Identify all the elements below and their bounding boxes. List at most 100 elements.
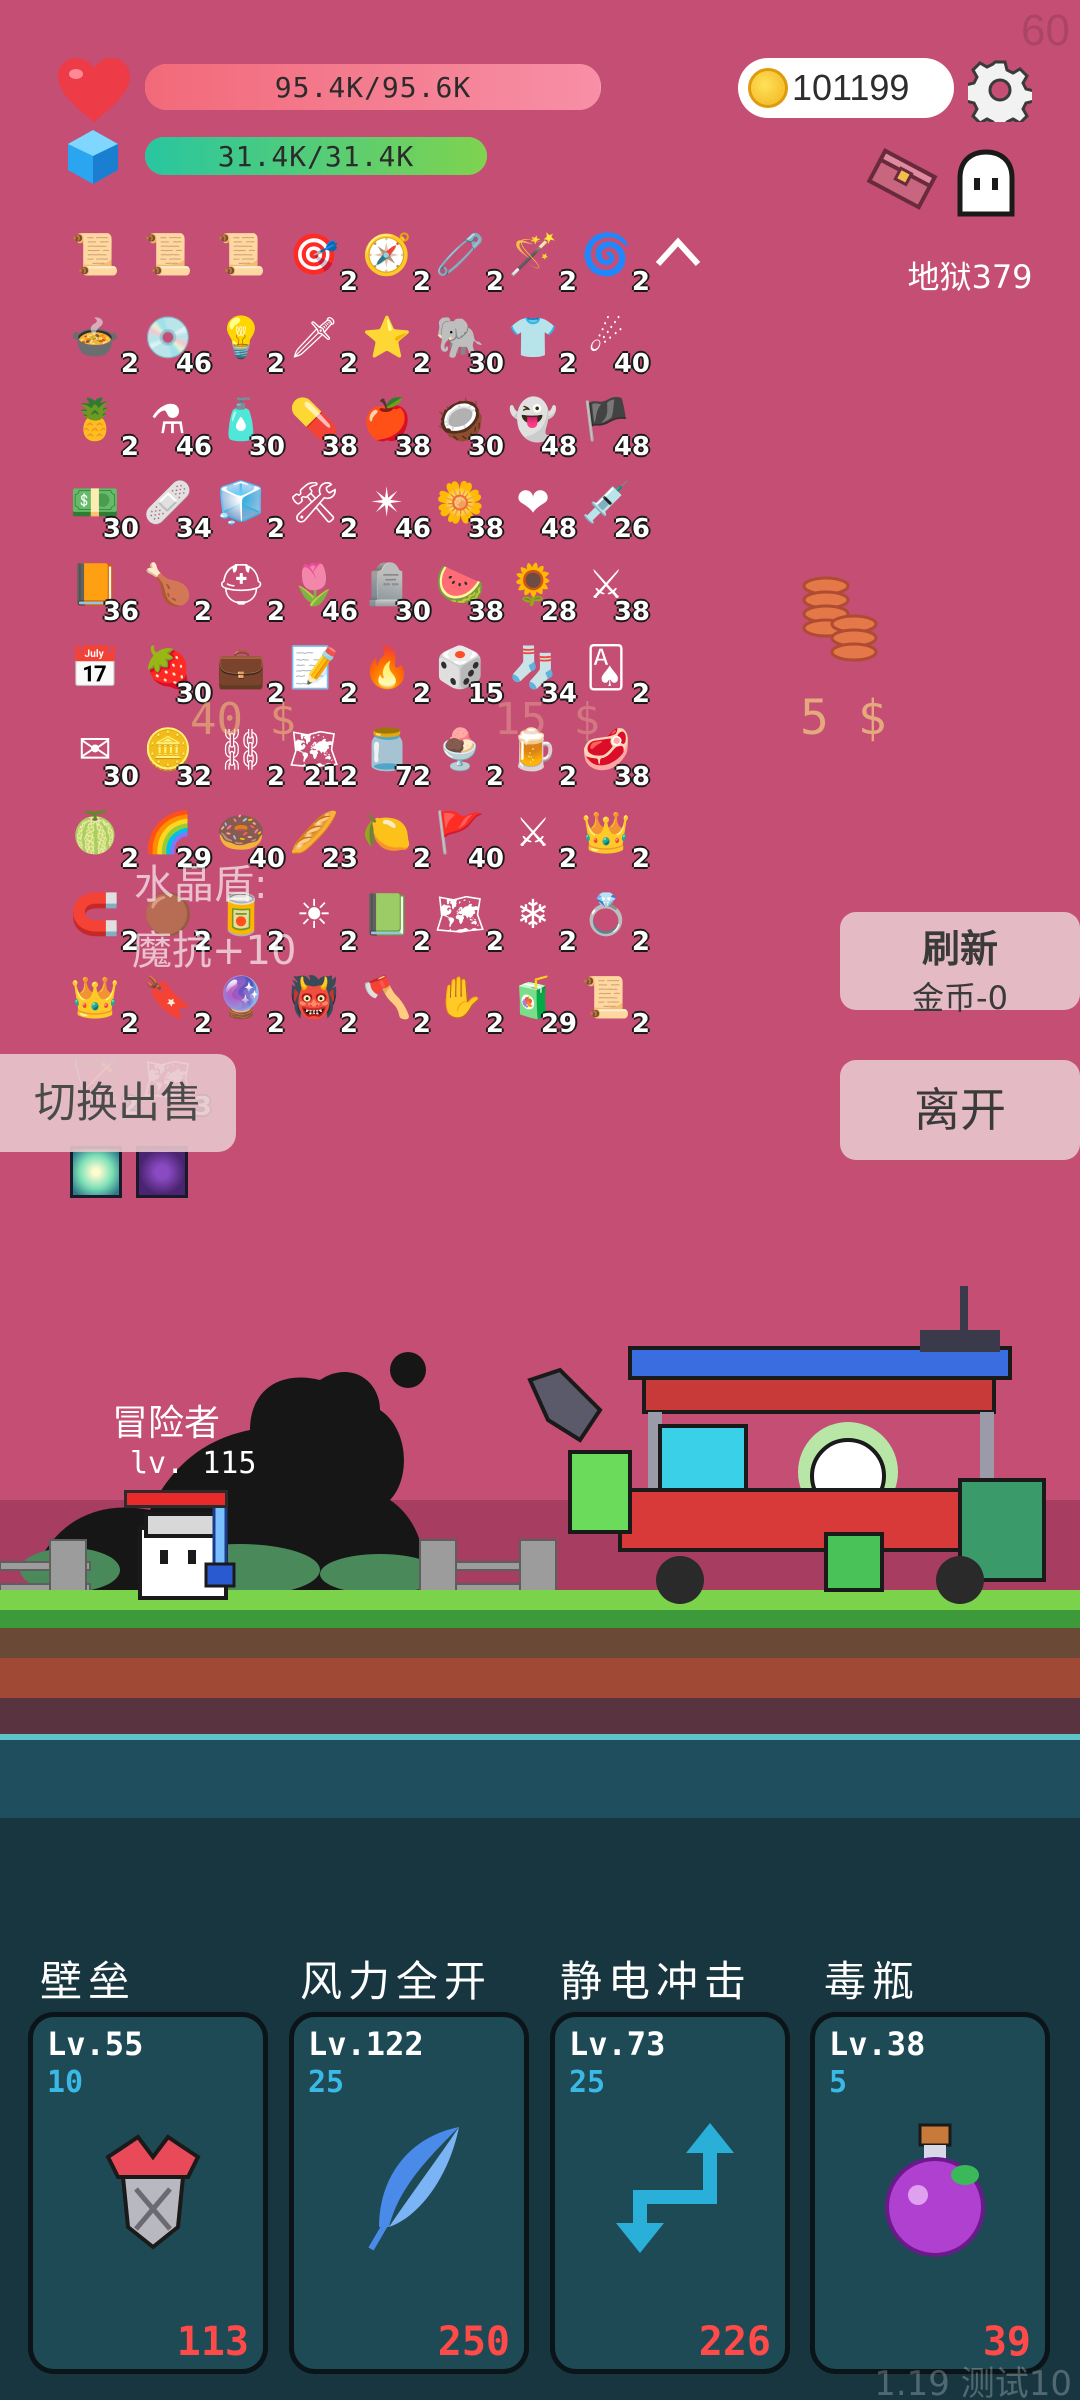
inventory-slot[interactable]: 🫙 72 (354, 715, 431, 798)
skill-card[interactable]: Lv.38 5 39 (810, 2012, 1050, 2374)
inventory-slot[interactable]: 🌷 46 (281, 550, 358, 633)
inventory-slot[interactable]: 🎲 15 (427, 633, 504, 716)
hp-bar: 95.4K/95.6K (145, 64, 601, 110)
inventory-slot[interactable]: 🥖 23 (281, 798, 358, 881)
chevron-up-icon[interactable] (652, 232, 704, 272)
inventory-slot[interactable]: 🍉 38 (427, 550, 504, 633)
inventory-slot[interactable]: 🍲 2 (62, 303, 139, 386)
drumstick-icon: 🍗 (143, 562, 193, 608)
crystal-ball-icon: 🔮 (216, 974, 266, 1021)
hero-level: lv. 115 (130, 1446, 257, 1481)
glowing-rune-icon[interactable] (70, 1146, 122, 1198)
refresh-cost: 金币-0 (912, 979, 1008, 1017)
gear-icon[interactable] (968, 58, 1032, 122)
inventory-slot[interactable]: 🧲 2 (62, 880, 139, 963)
inventory-slot[interactable]: ✉ 30 (62, 715, 139, 798)
refresh-button[interactable]: 刷新 金币-0 (840, 912, 1080, 1017)
inventory-slot[interactable]: 💡 2 (208, 303, 285, 386)
inventory-slot[interactable]: 🥥 30 (427, 385, 504, 468)
item-count: 40 (613, 349, 650, 379)
inventory-slot[interactable]: ⚔ 2 (500, 798, 577, 881)
inventory-slot[interactable]: 💍 2 (573, 880, 650, 963)
inventory-slot[interactable]: ❄ 2 (500, 880, 577, 963)
switch-sell-button[interactable]: 切换出售 (0, 1054, 236, 1152)
inventory-slot[interactable]: 💉 26 (573, 468, 650, 551)
inventory-slot[interactable]: 🚩 40 (427, 798, 504, 881)
inventory-slot[interactable]: ⛑ 2 (208, 550, 285, 633)
pink-scroll-icon: 📜 (216, 232, 266, 278)
inventory-slot[interactable]: 🍈 2 (62, 798, 139, 881)
inventory-slot[interactable]: 📜 (62, 220, 135, 303)
inventory-slot[interactable]: 🌀 2 (573, 220, 650, 303)
dark-rune-icon[interactable] (136, 1146, 188, 1198)
skill-upgrade-cost: 250 (437, 2319, 510, 2365)
inventory-slot[interactable]: 🧷 2 (427, 220, 504, 303)
item-count: 38 (394, 431, 431, 462)
treasure-map-icon: 🗺 (434, 892, 486, 938)
skill-card[interactable]: Lv.55 10 113 (28, 2012, 268, 2374)
inventory-slot[interactable]: ☄ 40 (573, 303, 650, 386)
cauldron-icon: 🍲 (70, 314, 120, 361)
inventory-slot[interactable]: 📜 (208, 220, 281, 303)
inventory-slot[interactable]: 🛠 2 (281, 468, 358, 551)
inventory-slot[interactable]: 🍍 2 (62, 385, 139, 468)
inventory-slot[interactable]: 🍨 2 (427, 715, 504, 798)
parchment-icon: 📜 (581, 974, 631, 1021)
inventory-slot[interactable]: 🍎 38 (354, 385, 431, 468)
inventory-slot[interactable]: 👑 2 (573, 798, 650, 881)
note-pencil-icon: 📝 (289, 644, 339, 691)
inventory-slot[interactable]: 🧭 2 (354, 220, 431, 303)
inventory-slot[interactable]: 🐘 30 (427, 303, 504, 386)
inventory-slot[interactable]: 🔥 2 (354, 633, 431, 716)
skill-level: Lv.55 (47, 2025, 144, 2063)
inventory-slot[interactable]: ⭐ 2 (354, 303, 431, 386)
inventory-slot[interactable]: 🗡 2 (281, 303, 358, 386)
skill-name: 风力全开 (300, 1957, 493, 2006)
inventory-slot[interactable]: 📜 (135, 220, 208, 303)
inventory-slot[interactable]: 🎯 2 (281, 220, 358, 303)
inventory-slot[interactable]: ❤ 48 (500, 468, 577, 551)
tools-icon: 🛠 (288, 479, 340, 526)
inventory-slot[interactable]: 👕 2 (500, 303, 577, 386)
hero-name: 冒险者 (112, 1403, 221, 1444)
green-tablet-icon: 📗 (362, 892, 412, 938)
inventory-slot[interactable]: ⚔ 38 (573, 550, 650, 633)
skill-card[interactable]: Lv.73 25 226 (550, 2012, 790, 2374)
magic-wand-icon: 🪄 (508, 232, 558, 278)
inventory-slot[interactable]: 🧴 30 (208, 385, 285, 468)
skill-mana-cost: 25 (308, 2065, 345, 2100)
inventory-slot[interactable]: 🪦 30 (354, 550, 431, 633)
hero-knight-icon (138, 1504, 236, 1600)
inventory-slot[interactable]: 👻 48 (500, 385, 577, 468)
floating-crystal-label: 水晶盾: (134, 862, 268, 908)
inventory-slot[interactable]: 🏴 48 (573, 385, 650, 468)
inventory-slot[interactable]: 🍗 2 (135, 550, 212, 633)
inventory-slot[interactable]: 📜 2 (573, 963, 650, 1046)
inventory-slot[interactable]: 📅 (62, 633, 135, 716)
inventory-slot[interactable]: 💿 46 (135, 303, 212, 386)
inventory-slot[interactable]: 📙 36 (62, 550, 139, 633)
inventory-slot[interactable]: 📗 2 (354, 880, 431, 963)
inventory-slot[interactable]: 🩹 34 (135, 468, 212, 551)
leave-button[interactable]: 离开 (840, 1060, 1080, 1160)
durian-icon: 🍈 (70, 809, 120, 856)
inventory-slot[interactable]: 🌼 38 (427, 468, 504, 551)
inventory-slot[interactable]: 💵 30 (62, 468, 139, 551)
inventory-slot[interactable]: 👑 2 (62, 963, 139, 1046)
mana-gem-icon (68, 130, 118, 184)
inventory-slot[interactable]: 🗺 2 (427, 880, 504, 963)
skill-level: Lv.73 (569, 2025, 666, 2063)
inventory-slot[interactable]: ✋ 2 (427, 963, 504, 1046)
inventory-slot[interactable]: 🪓 2 (354, 963, 431, 1046)
inventory-slot[interactable]: ⚗ 46 (135, 385, 212, 468)
inventory-slot[interactable]: ✴ 46 (354, 468, 431, 551)
inventory-slot[interactable]: 💊 38 (281, 385, 358, 468)
treasure-chest-icon[interactable] (862, 144, 942, 214)
ghost-portrait-icon[interactable] (950, 148, 1022, 220)
inventory-slot[interactable]: 🪄 2 (500, 220, 577, 303)
inventory-slot[interactable]: 🧊 2 (208, 468, 285, 551)
inventory-slot[interactable]: 🍋 2 (354, 798, 431, 881)
inventory-slot[interactable]: 🌻 28 (500, 550, 577, 633)
inventory-slot[interactable]: 🧃 29 (500, 963, 577, 1046)
skill-card[interactable]: Lv.122 25 250 (289, 2012, 529, 2374)
